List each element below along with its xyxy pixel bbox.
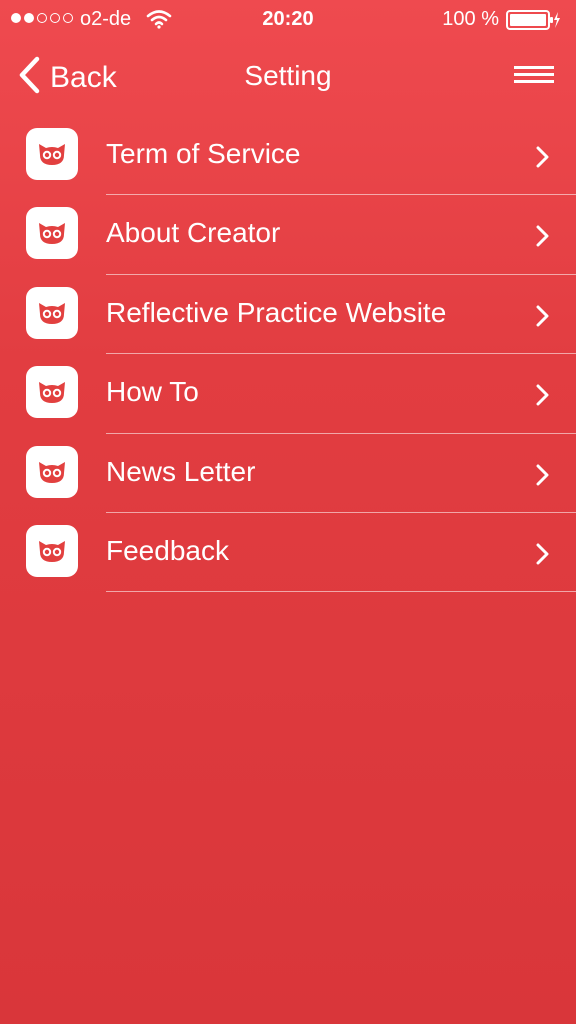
list-item-label: Term of Service (106, 138, 301, 169)
chevron-right-icon (536, 464, 550, 491)
owl-logo-icon (26, 286, 78, 339)
list-item-term-of-service[interactable]: Term of Service (0, 116, 576, 196)
chevron-right-icon (536, 384, 550, 411)
divider (106, 591, 576, 593)
list-item-label: About Creator (106, 217, 281, 249)
owl-logo-icon (26, 445, 78, 498)
chevron-right-icon (536, 305, 550, 332)
settings-list: Term of Service About Creator Reflective… (0, 116, 576, 593)
list-item-reflective-practice-website[interactable]: Reflective Practice Website (0, 275, 576, 355)
battery-percent: 100 % (442, 8, 499, 30)
list-item-news-letter[interactable]: News Letter (0, 434, 576, 513)
chevron-right-icon (536, 543, 550, 570)
status-bar: o2-de 20:20 100 % (0, 0, 576, 40)
list-item-feedback[interactable]: Feedback (0, 513, 576, 593)
list-item-how-to[interactable]: How To (0, 354, 576, 434)
owl-logo-icon (26, 524, 78, 577)
owl-logo-icon (26, 128, 78, 180)
settings-screen: o2-de 20:20 100 % Back Setting Term of S… (0, 0, 576, 1024)
chevron-right-icon (536, 146, 550, 173)
list-item-label: News Letter (106, 455, 256, 487)
battery-charging-icon (506, 10, 560, 30)
navigation-bar: Back Setting (0, 40, 576, 110)
owl-logo-icon (26, 207, 78, 260)
chevron-right-icon (536, 225, 550, 252)
list-item-about-creator[interactable]: About Creator (0, 195, 576, 275)
list-item-label: Feedback (106, 534, 229, 566)
owl-logo-icon (26, 366, 78, 419)
hamburger-menu-icon[interactable] (514, 66, 554, 84)
page-title: Setting (244, 60, 332, 91)
list-item-label: How To (106, 376, 199, 408)
list-item-label: Reflective Practice Website (106, 296, 447, 328)
